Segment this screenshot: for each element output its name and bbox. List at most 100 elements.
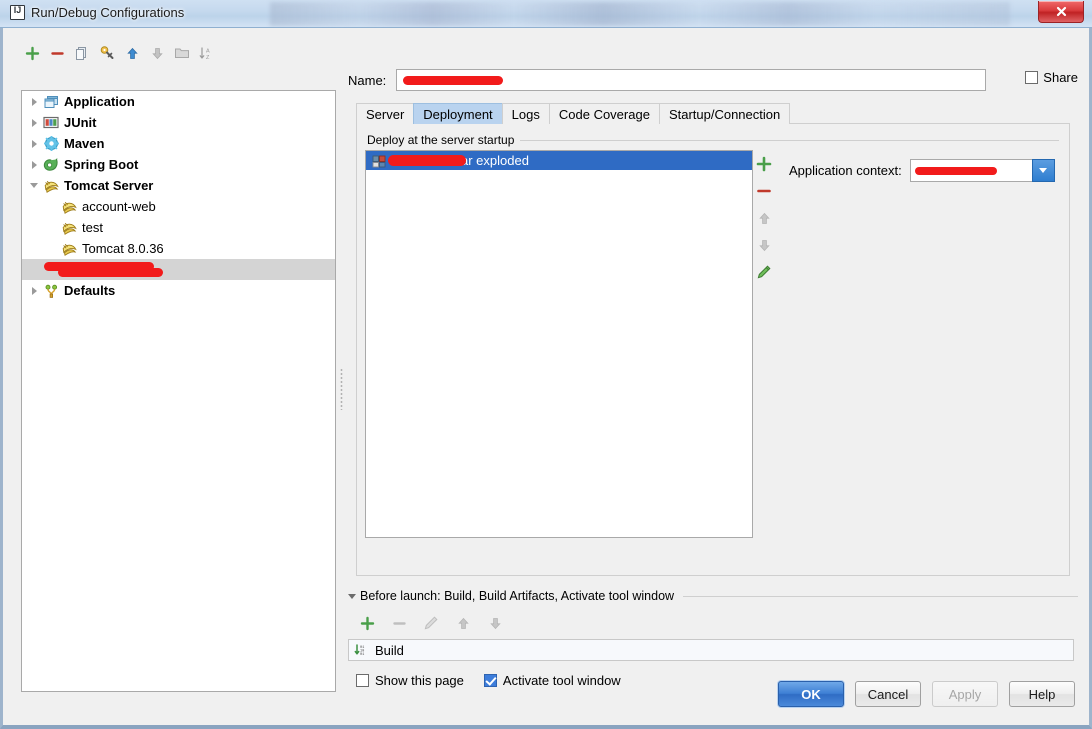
chevron-down-icon[interactable] [1031,159,1055,182]
tree-item-tomcat-server[interactable]: Tomcat Server [22,175,335,196]
show-this-page-label: Show this page [375,673,464,688]
apply-button[interactable]: Apply [932,681,998,707]
svg-text:A: A [206,48,210,54]
before-launch-task-row[interactable]: 01 10 01 Build [348,639,1074,661]
chevron-down-icon[interactable] [26,175,42,196]
cancel-button[interactable]: Cancel [855,681,921,707]
panel-splitter[interactable] [336,90,348,692]
chevron-right-icon[interactable] [26,154,42,175]
move-up-button[interactable] [121,42,143,64]
tree-item-label: Defaults [64,283,116,298]
tree-item-tomcat-8-0-36[interactable]: Tomcat 8.0.36 [22,238,335,259]
tree-item-redaction-mark-2 [58,268,163,277]
show-this-page-checkbox[interactable] [356,674,369,687]
remove-artifact-button[interactable] [754,181,774,201]
share-checkbox-group[interactable]: Share [1025,70,1078,85]
chevron-right-icon[interactable] [26,133,42,154]
spring-boot-icon [42,157,60,173]
move-down-button[interactable] [146,42,168,64]
move-artifact-down-button[interactable] [754,235,774,255]
editor-tabs[interactable]: Server Deployment Logs Code Coverage Startup… [356,102,791,124]
chevron-right-icon[interactable] [26,91,42,112]
before-launch-section: Before launch: Build, Build Artifacts, A… [348,588,1078,688]
before-launch-twisty-icon[interactable] [348,593,356,599]
before-launch-header[interactable]: Before launch: Build, Build Artifacts, A… [348,588,1078,604]
junit-icon [42,115,60,131]
tree-item-junit[interactable]: JUnit [22,112,335,133]
show-this-page-group[interactable]: Show this page [356,673,464,688]
create-folder-button[interactable] [171,42,193,64]
remove-configuration-button[interactable] [46,42,68,64]
window-titlebar: Run/Debug Configurations [0,0,1092,28]
tomcat-icon [60,220,78,236]
tree-item-spring-boot[interactable]: Spring Boot [22,154,335,175]
add-configuration-button[interactable] [21,42,43,64]
move-artifact-up-button[interactable] [754,208,774,228]
tree-item-label: account-web [82,199,156,214]
sort-configurations-button[interactable]: A Z [196,42,218,64]
deployment-artifacts-list[interactable]: :war exploded [365,150,753,538]
remove-task-button[interactable] [388,612,410,634]
dialog-content: A Z Application JUnit Maven Spring Boot Tomc… [3,28,1089,725]
artifact-icon [370,153,388,169]
tree-item-application[interactable]: Application [22,91,335,112]
tree-item-test[interactable]: test [22,217,335,238]
move-task-up-button[interactable] [452,612,474,634]
before-launch-task-label: Build [375,642,404,658]
titlebar-glass-blur [270,2,1010,26]
copy-configuration-button[interactable] [71,42,93,64]
dialog-button-bar: OK Cancel Apply Help [778,681,1075,707]
deployment-tab-panel: Deploy at the server startup :war explod… [356,123,1070,576]
name-label: Name: [348,72,387,88]
add-task-button[interactable] [356,612,378,634]
application-context-row: Application context: [789,159,1055,182]
application-context-redaction-mark [914,166,997,175]
svg-text:01: 01 [360,653,364,657]
application-context-label: Application context: [789,163,902,178]
tree-item-label: Tomcat 8.0.36 [82,241,164,256]
deployment-row[interactable]: :war exploded [366,151,752,170]
help-button[interactable]: Help [1009,681,1075,707]
maven-icon [42,136,60,152]
share-checkbox[interactable] [1025,71,1039,84]
name-input[interactable] [396,69,986,91]
window-title: Run/Debug Configurations [31,5,185,20]
close-icon[interactable] [1038,1,1084,23]
activate-tool-window-label: Activate tool window [502,673,621,688]
tree-item-defaults[interactable]: Defaults [22,280,335,301]
activate-tool-window-checkbox[interactable] [483,674,497,687]
edit-templates-button[interactable] [96,42,118,64]
tree-item-label: test [82,220,103,235]
add-artifact-button[interactable] [754,154,774,174]
tree-item-label: Spring Boot [64,157,139,172]
tab-deployment[interactable]: Deployment [413,103,503,124]
tree-item-maven[interactable]: Maven [22,133,335,154]
ok-button[interactable]: OK [778,681,844,707]
intellij-idea-icon [10,5,25,20]
tomcat-icon [60,241,78,257]
tree-item-account-web[interactable]: account-web [22,196,335,217]
tab-server[interactable]: Server [356,103,415,124]
splitter-grip [340,368,343,410]
tab-logs[interactable]: Logs [501,103,550,124]
move-task-down-button[interactable] [484,612,506,634]
configurations-tree[interactable]: Application JUnit Maven Spring Boot Tomcat S… [21,90,336,692]
tree-item-label: Maven [64,136,105,151]
application-icon [42,94,60,110]
edit-task-button[interactable] [420,612,442,634]
chevron-right-icon[interactable] [26,280,42,301]
tree-item-label: JUnit [64,115,97,130]
activate-tool-window-group[interactable]: Activate tool window [483,673,621,688]
edit-artifact-button[interactable] [754,262,774,282]
application-context-input[interactable] [909,159,1055,182]
share-label: Share [1043,70,1078,85]
svg-text:Z: Z [206,55,210,61]
deployment-list-toolbar [753,150,775,538]
tab-code-coverage[interactable]: Code Coverage [548,103,660,124]
defaults-icon [42,283,60,299]
chevron-right-icon[interactable] [26,112,42,133]
tree-item-redacted-8[interactable] [22,259,335,280]
name-row: Name: [348,68,1078,92]
name-redaction-mark [403,75,503,85]
tab-startup-connection[interactable]: Startup/Connection [658,103,791,124]
